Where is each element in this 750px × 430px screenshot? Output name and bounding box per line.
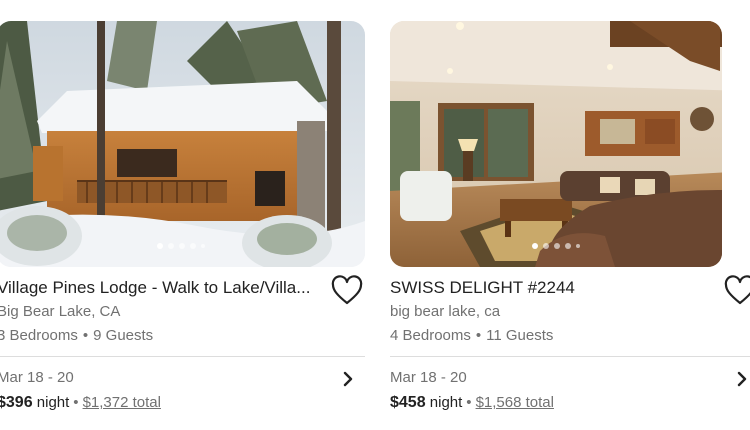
bedrooms-count: 4 Bedrooms <box>390 327 471 344</box>
divider <box>390 356 750 357</box>
listing-details: 4 Bedrooms • 11 Guests <box>390 326 553 346</box>
total-price-link[interactable]: $1,568 total <box>476 394 554 411</box>
carousel-dot[interactable] <box>168 243 174 249</box>
listing-location: big bear lake, ca <box>390 303 501 320</box>
snowy-cabin-photo <box>0 21 365 267</box>
carousel-dot[interactable] <box>179 243 185 249</box>
nightly-price: $396 <box>0 394 33 411</box>
nightly-price: $458 <box>390 394 426 411</box>
photo-carousel-dots[interactable] <box>157 243 205 249</box>
heart-icon[interactable] <box>331 275 363 307</box>
carousel-dot[interactable] <box>157 243 163 249</box>
carousel-dot[interactable] <box>543 243 549 249</box>
carousel-dot[interactable] <box>532 243 538 249</box>
listing-title[interactable]: SWISS DELIGHT #2244 <box>390 277 710 299</box>
guests-count: 11 Guests <box>486 327 554 344</box>
price-unit: night <box>429 394 463 411</box>
price-row: $396 night • $1,372 total <box>0 392 161 414</box>
photo-carousel-dots[interactable] <box>532 243 580 249</box>
separator-dot: • <box>475 327 482 344</box>
separator-dot: • <box>466 394 472 411</box>
bedrooms-count: 3 Bedrooms <box>0 327 78 344</box>
chevron-right-icon[interactable] <box>734 370 750 388</box>
separator-dot: • <box>73 394 79 411</box>
listing-details: 3 Bedrooms • 9 Guests <box>0 326 153 346</box>
carousel-dot[interactable] <box>554 243 560 249</box>
divider <box>0 356 365 357</box>
carousel-dot[interactable] <box>190 243 196 249</box>
living-room-photo <box>390 21 722 267</box>
price-unit: night <box>36 394 70 411</box>
stay-dates: Mar 18 - 20 <box>390 369 467 386</box>
listing-title[interactable]: Village Pines Lodge - Walk to Lake/Villa… <box>0 277 325 299</box>
total-price-link[interactable]: $1,372 total <box>83 394 161 411</box>
listing-location: Big Bear Lake, CA <box>0 303 121 320</box>
carousel-dot[interactable] <box>201 244 205 248</box>
heart-icon[interactable] <box>724 275 750 307</box>
listing-photo[interactable] <box>0 21 365 267</box>
listing-card[interactable]: Village Pines Lodge - Walk to Lake/Villa… <box>0 0 369 430</box>
guests-count: 9 Guests <box>93 327 154 344</box>
stay-dates: Mar 18 - 20 <box>0 369 74 386</box>
carousel-dot[interactable] <box>576 244 580 248</box>
chevron-right-icon[interactable] <box>340 370 356 388</box>
separator-dot: • <box>82 327 89 344</box>
listing-card[interactable]: SWISS DELIGHT #2244 big bear lake, ca 4 … <box>390 0 750 430</box>
carousel-dot[interactable] <box>565 243 571 249</box>
listing-photo[interactable] <box>390 21 722 267</box>
price-row: $458 night • $1,568 total <box>390 392 554 414</box>
